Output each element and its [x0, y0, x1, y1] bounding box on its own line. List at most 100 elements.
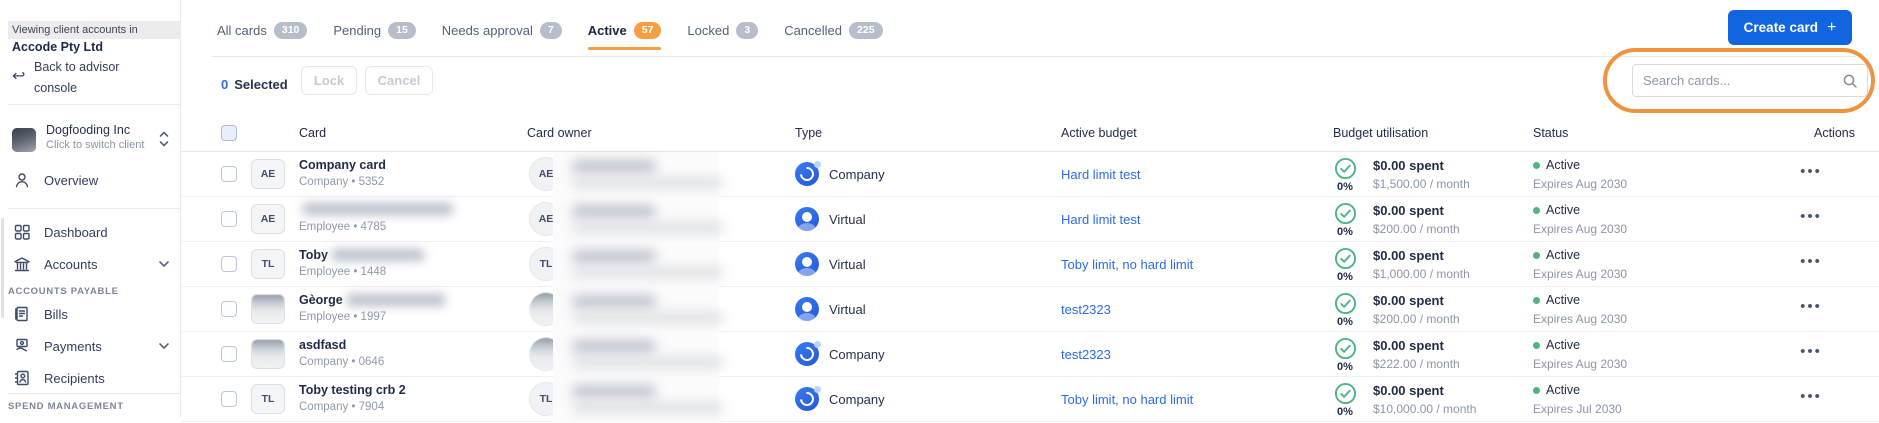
select-all-checkbox[interactable]: [221, 125, 237, 141]
sidebar-item-dashboard[interactable]: Dashboard: [0, 220, 181, 246]
redacted-owner-info: [553, 377, 723, 423]
status-badge: Active: [1533, 248, 1580, 262]
tab-label: Pending: [333, 22, 382, 38]
selection-summary: 0 Selected: [221, 77, 288, 92]
row-checkbox[interactable]: [221, 166, 237, 182]
table-row: asdfasd Company • 0646 Company test2323 …: [181, 332, 1879, 378]
row-actions-menu[interactable]: •••: [1781, 298, 1841, 315]
redacted-card-name: [346, 294, 445, 306]
spent-amount: $0.00 spent: [1373, 248, 1444, 263]
row-actions-menu[interactable]: •••: [1781, 253, 1841, 270]
tab-label: All cards: [217, 22, 267, 38]
utilisation-check-icon: [1334, 157, 1356, 180]
tab-needs-approval[interactable]: Needs approval 7: [442, 22, 562, 39]
client-context-text: Viewing client accounts in: [12, 24, 138, 36]
status-dot-icon: [1533, 251, 1540, 259]
active-budget-link[interactable]: Hard limit test: [1061, 167, 1140, 182]
active-budget-link[interactable]: test2323: [1061, 347, 1111, 362]
column-header-status: Status: [1533, 126, 1569, 140]
back-to-advisor-console-link[interactable]: ↩ Back to advisor console: [0, 56, 181, 98]
cancel-button[interactable]: Cancel: [365, 66, 433, 95]
budget-limit: $10,000.00 / month: [1373, 402, 1477, 416]
row-actions-menu[interactable]: •••: [1781, 163, 1841, 180]
tab-locked[interactable]: Locked 3: [687, 22, 759, 39]
card-type-label: Company: [829, 347, 885, 362]
utilisation-check-icon: [1334, 247, 1356, 270]
card-name: Toby testing crb 2: [299, 383, 406, 397]
row-checkbox[interactable]: [221, 256, 237, 272]
sidebar-item-overview[interactable]: Overview: [0, 168, 181, 194]
status-label: Active: [1546, 203, 1581, 217]
redacted-owner-name: [573, 296, 655, 307]
card-type-label: Virtual: [829, 212, 866, 227]
tab-pending[interactable]: Pending 15: [333, 22, 416, 39]
budget-utilisation: 0%: [1328, 292, 1362, 328]
card-badge: TL: [251, 384, 285, 414]
sidebar-item-recipients[interactable]: Recipients: [0, 366, 181, 392]
chevron-down-icon: [159, 261, 169, 267]
row-checkbox[interactable]: [221, 301, 237, 317]
status-dot-icon: [1533, 296, 1540, 304]
lock-button[interactable]: Lock: [301, 66, 357, 95]
selected-count: 0: [221, 77, 229, 92]
row-checkbox[interactable]: [221, 391, 237, 407]
card-subtitle: Company • 0646: [299, 356, 385, 368]
tab-count-badge: 57: [633, 22, 662, 39]
card-type-icon: [795, 207, 819, 231]
person-icon: [15, 173, 29, 188]
client-switcher[interactable]: Dogfooding Inc Click to switch client: [0, 120, 181, 164]
card-status-tabs: All cards 310 Pending 15 Needs approval …: [217, 22, 883, 49]
status-dot-icon: [1533, 386, 1540, 394]
row-checkbox[interactable]: [221, 346, 237, 362]
card-subtitle: Company • 7904: [299, 401, 385, 413]
row-checkbox[interactable]: [221, 211, 237, 227]
spent-amount: $0.00 spent: [1373, 383, 1444, 398]
create-card-button[interactable]: Create card +: [1728, 10, 1852, 45]
divider: [212, 56, 1856, 57]
card-subtitle: Company • 5352: [299, 176, 385, 188]
budget-limit: $200.00 / month: [1373, 312, 1460, 326]
spent-amount: $0.00 spent: [1373, 338, 1444, 353]
search-input[interactable]: [1643, 65, 1833, 96]
table-row: TL Toby testing crb 2 Company • 7904 TL …: [181, 377, 1879, 423]
budget-limit: $222.00 / month: [1373, 357, 1460, 371]
create-card-label: Create card: [1743, 20, 1818, 35]
sidebar: Viewing client accounts in Accode Pty Lt…: [0, 0, 181, 418]
card-table-body: AE Company card Company • 5352 AE Compan…: [181, 152, 1879, 423]
sidebar-item-bills[interactable]: Bills: [0, 302, 181, 328]
active-budget-link[interactable]: Toby limit, no hard limit: [1061, 392, 1193, 407]
row-actions-menu[interactable]: •••: [1781, 388, 1841, 405]
sidebar-item-payments[interactable]: Payments: [0, 334, 181, 360]
active-budget-link[interactable]: Hard limit test: [1061, 212, 1140, 227]
sidebar-item-label: Accounts: [44, 257, 98, 272]
tab-all-cards[interactable]: All cards 310: [217, 22, 308, 39]
budget-limit: $1,500.00 / month: [1373, 177, 1470, 191]
row-actions-menu[interactable]: •••: [1781, 343, 1841, 360]
redacted-owner-email: [573, 268, 723, 277]
card-type-label: Company: [829, 167, 885, 182]
sidebar-item-label: Dashboard: [44, 225, 108, 240]
expiry-date: Expires Aug 2030: [1533, 267, 1628, 281]
active-budget-link[interactable]: Toby limit, no hard limit: [1061, 257, 1193, 272]
grid-icon: [14, 224, 30, 240]
tab-label: Needs approval: [441, 22, 533, 38]
sidebar-item-label: Overview: [44, 173, 99, 188]
tab-active[interactable]: Active 57: [587, 22, 662, 49]
expiry-date: Expires Aug 2030: [1533, 222, 1628, 236]
table-header: Card Card owner Type Active budget Budge…: [181, 114, 1879, 152]
status-label: Active: [1546, 293, 1581, 307]
utilisation-percent: 0%: [1337, 181, 1353, 193]
section-accounts-payable: ACCOUNTS PAYABLE: [8, 286, 119, 297]
card-badge: [251, 339, 285, 369]
utilisation-percent: 0%: [1337, 226, 1353, 238]
utilisation-check-icon: [1334, 337, 1356, 360]
client-switcher-hint: Click to switch client: [46, 139, 145, 151]
tab-cancelled[interactable]: Cancelled 225: [784, 22, 883, 39]
search-icon: [1843, 74, 1857, 88]
card-badge: [251, 294, 285, 324]
redacted-card-name: [331, 249, 424, 261]
active-budget-link[interactable]: test2323: [1061, 302, 1111, 317]
row-actions-menu[interactable]: •••: [1781, 208, 1841, 225]
section-spend-management: SPEND MANAGEMENT: [8, 401, 124, 412]
sidebar-item-accounts[interactable]: Accounts: [0, 252, 181, 278]
